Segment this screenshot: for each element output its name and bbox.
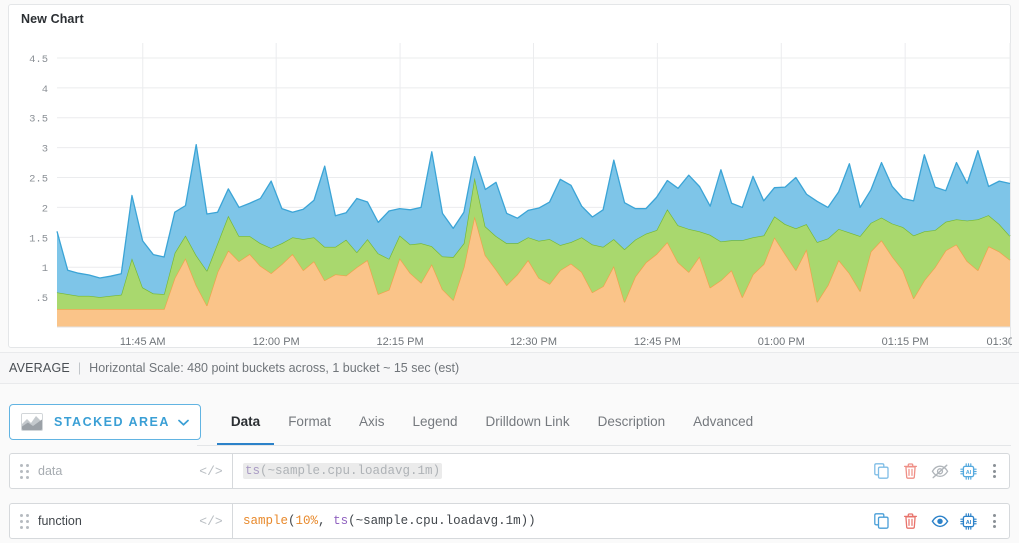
svg-text:12:30 PM: 12:30 PM (510, 336, 557, 347)
chart-type-label: STACKED AREA (54, 415, 170, 429)
svg-text:AI: AI (966, 470, 972, 476)
expression-name-function[interactable]: function (38, 504, 190, 538)
svg-text:01:30 PM: 01:30 PM (986, 336, 1012, 347)
kebab-menu-icon[interactable] (983, 454, 1005, 488)
tab-drilldown-link[interactable]: Drilldown Link (472, 400, 584, 446)
eye-off-icon[interactable] (925, 454, 954, 488)
page-title: New Chart (21, 12, 84, 26)
chart-type-dropdown[interactable]: STACKED AREA (9, 404, 201, 440)
kebab-menu-icon[interactable] (983, 504, 1005, 538)
svg-text:01:00 PM: 01:00 PM (758, 336, 805, 347)
chart-card: New Chart .5 1 1.5 2 2.5 3 3.5 4 4.5 11:45 AM 12:0… (8, 4, 1012, 348)
svg-text:1.5: 1.5 (29, 233, 48, 245)
tab-axis[interactable]: Axis (345, 400, 399, 446)
tab-data[interactable]: Data (216, 400, 275, 446)
editor-tabs: Data Format Axis Legend Drilldown Link Descri… (216, 398, 1019, 446)
expression-row-function[interactable]: function </> sample(10%, ts(~sample.cpu.… (9, 503, 1010, 539)
expression-name-data[interactable]: data (38, 454, 190, 488)
expression-input-function[interactable]: sample(10%, ts(~sample.cpu.loadavg.1m)) (232, 504, 867, 538)
svg-text:4.5: 4.5 (29, 54, 48, 66)
expression-text-data: ts(~sample.cpu.loadavg.1m) (243, 463, 443, 479)
code-brackets-icon[interactable]: </> (190, 504, 232, 538)
aggregation-label: AVERAGE (9, 361, 70, 375)
trash-icon[interactable] (896, 504, 925, 538)
ai-chip-icon[interactable]: AI (954, 504, 983, 538)
svg-text:12:00 PM: 12:00 PM (253, 336, 300, 347)
row-actions-data: AI (867, 454, 1009, 488)
svg-text:2.5: 2.5 (29, 174, 48, 186)
tab-description[interactable]: Description (584, 400, 680, 446)
tabs-underline (197, 445, 1011, 446)
tab-legend[interactable]: Legend (398, 400, 471, 446)
svg-text:01:15 PM: 01:15 PM (882, 336, 929, 347)
chevron-down-icon (178, 419, 189, 426)
drag-handle-icon[interactable] (10, 454, 38, 488)
svg-text:12:15 PM: 12:15 PM (377, 336, 424, 347)
svg-text:12:45 PM: 12:45 PM (634, 336, 681, 347)
svg-text:3: 3 (42, 144, 48, 156)
svg-text:11:45 AM: 11:45 AM (120, 336, 166, 347)
area-chart-icon (21, 413, 43, 431)
expression-input-data[interactable]: ts(~sample.cpu.loadavg.1m) (232, 454, 867, 488)
horizontal-scale-label: Horizontal Scale: 480 point buckets acro… (89, 361, 460, 375)
eye-icon[interactable] (925, 504, 954, 538)
chart-editor-screen: New Chart .5 1 1.5 2 2.5 3 3.5 4 4.5 11:45 AM 12:0… (0, 0, 1019, 543)
code-brackets-icon[interactable]: </> (190, 454, 232, 488)
stacked-area-chart-svg: .5 1 1.5 2 2.5 3 3.5 4 4.5 11:45 AM 12:00 PM 12:15 … (29, 43, 1012, 347)
row-actions-function: AI (867, 504, 1009, 538)
expression-text-function: sample(10%, ts(~sample.cpu.loadavg.1m)) (243, 514, 536, 528)
svg-text:3.5: 3.5 (29, 114, 48, 126)
expression-row-data[interactable]: data </> ts(~sample.cpu.loadavg.1m) AI (9, 453, 1010, 489)
drag-handle-icon[interactable] (10, 504, 38, 538)
svg-text:4: 4 (42, 84, 48, 96)
status-separator: | (77, 361, 82, 375)
editor-toolbar: STACKED AREA Data Format Axis Legend Drilldo… (0, 398, 1019, 446)
clone-icon[interactable] (867, 454, 896, 488)
tab-advanced[interactable]: Advanced (679, 400, 767, 446)
chart-plot-area[interactable]: .5 1 1.5 2 2.5 3 3.5 4 4.5 11:45 AM 12:00 PM 12:15 … (9, 31, 1012, 347)
tab-format[interactable]: Format (274, 400, 345, 446)
trash-icon[interactable] (896, 454, 925, 488)
svg-text:AI: AI (966, 520, 972, 526)
svg-text:1: 1 (42, 263, 48, 275)
clone-icon[interactable] (867, 504, 896, 538)
svg-text:2: 2 (42, 203, 48, 215)
ai-chip-icon[interactable]: AI (954, 454, 983, 488)
chart-status-bar: AVERAGE | Horizontal Scale: 480 point bu… (0, 352, 1019, 384)
svg-text:.5: .5 (35, 293, 48, 305)
